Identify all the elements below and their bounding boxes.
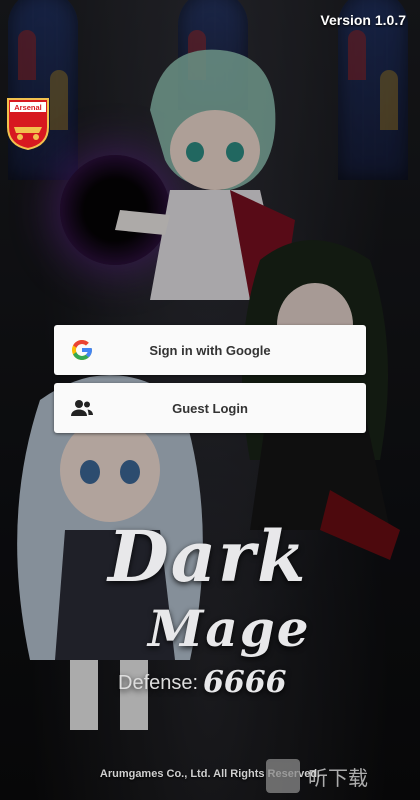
arsenal-crest-logo: Arsenal bbox=[7, 98, 49, 151]
logo-dark-text: Dark bbox=[108, 515, 308, 598]
sign-in-with-google-button[interactable]: Sign in with Google bbox=[54, 325, 366, 375]
guest-login-button[interactable]: Guest Login bbox=[54, 383, 366, 433]
guest-button-label: Guest Login bbox=[172, 400, 248, 416]
watermark-logo-icon bbox=[266, 759, 300, 793]
logo-mage-text: Mage bbox=[148, 599, 311, 658]
version-label: Version 1.0.7 bbox=[320, 12, 406, 28]
watermark-text: 听下载 bbox=[308, 765, 368, 790]
svg-text:Arsenal: Arsenal bbox=[14, 103, 42, 112]
logo-number-text: 6666 bbox=[203, 665, 287, 700]
users-icon bbox=[71, 400, 93, 416]
game-title-logo: Dark Mage Defense: 6666 bbox=[108, 515, 328, 715]
site-watermark: 听下载 bbox=[266, 756, 416, 796]
google-button-label: Sign in with Google bbox=[149, 342, 271, 358]
logo-defense-text: Defense: bbox=[118, 672, 199, 694]
google-icon bbox=[72, 340, 92, 360]
